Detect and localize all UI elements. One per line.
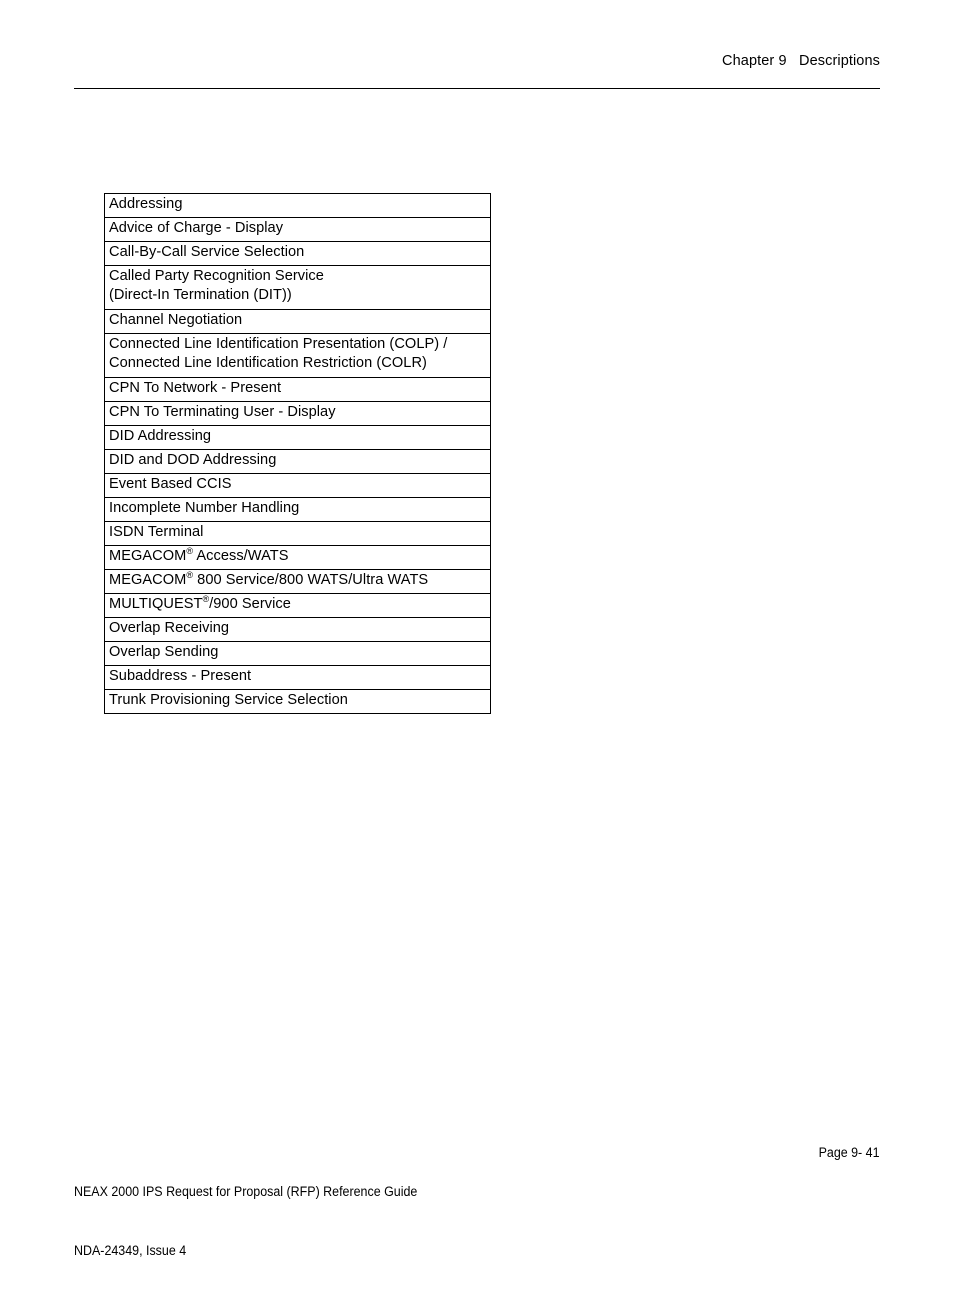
table-row: DID Addressing: [104, 425, 491, 450]
registered-trademark-symbol: ®: [202, 594, 210, 605]
table-row: Connected Line Identification Presentati…: [104, 333, 491, 378]
feature-name-cell: Incomplete Number Handling: [104, 497, 491, 522]
feature-name-cell: MEGACOM® 800 Service/800 WATS/Ultra WATS: [104, 569, 491, 594]
document-page: Chapter 9 Descriptions Addressing Advice …: [0, 0, 954, 1258]
table-row: ISDN Terminal: [104, 521, 491, 546]
table-row: DID and DOD Addressing: [104, 449, 491, 474]
footer-document-info: NEAX 2000 IPS Request for Proposal (RFP)…: [74, 1143, 417, 1299]
table-row: Event Based CCIS: [104, 473, 491, 498]
feature-name-cell: Call-By-Call Service Selection: [104, 241, 491, 266]
registered-trademark-symbol: ®: [186, 546, 194, 557]
table-row: Channel Negotiation: [104, 309, 491, 334]
feature-name-cell: CPN To Network - Present: [104, 377, 491, 402]
table-row: Overlap Receiving: [104, 617, 491, 642]
feature-name-cell: Overlap Sending: [104, 641, 491, 666]
feature-name-cell: ISDN Terminal: [104, 521, 491, 546]
feature-name-cell: Channel Negotiation: [104, 309, 491, 334]
table-row: MEGACOM® Access/WATS: [104, 545, 491, 570]
table-row: MULTIQUEST®/900 Service: [104, 593, 491, 618]
footer-guide-title: NEAX 2000 IPS Request for Proposal (RFP)…: [74, 1184, 418, 1199]
table-row: CPN To Terminating User - Display: [104, 401, 491, 426]
table-row: Advice of Charge - Display: [104, 217, 491, 242]
table-row: Called Party Recognition Service (Direct…: [104, 265, 491, 310]
footer-page-number: Page 9- 41: [819, 1145, 880, 1160]
feature-name-cell: MULTIQUEST®/900 Service: [104, 593, 491, 618]
table-row: CPN To Network - Present: [104, 377, 491, 402]
feature-name-cell: DID Addressing: [104, 425, 491, 450]
table-row: Trunk Provisioning Service Selection: [104, 689, 491, 714]
page-header: Chapter 9 Descriptions: [74, 52, 880, 92]
table-row: Subaddress - Present: [104, 665, 491, 690]
feature-name-cell: Connected Line Identification Presentati…: [104, 333, 491, 378]
table-row: Incomplete Number Handling: [104, 497, 491, 522]
page-footer: NEAX 2000 IPS Request for Proposal (RFP)…: [74, 1143, 880, 1258]
table-row: Addressing: [104, 193, 491, 218]
feature-name-cell: Addressing: [104, 193, 491, 218]
feature-name-cell: Trunk Provisioning Service Selection: [104, 689, 491, 714]
table-row: MEGACOM® 800 Service/800 WATS/Ultra WATS: [104, 569, 491, 594]
registered-trademark-symbol: ®: [186, 570, 194, 581]
footer-document-number: NDA-24349, Issue 4: [74, 1242, 187, 1258]
feature-table-body: Addressing Advice of Charge - Display Call…: [104, 193, 491, 714]
feature-name-cell: CPN To Terminating User - Display: [104, 401, 491, 426]
feature-name-cell: DID and DOD Addressing: [104, 449, 491, 474]
feature-name-cell: Event Based CCIS: [104, 473, 491, 498]
feature-name-cell: Subaddress - Present: [104, 665, 491, 690]
feature-name-cell: Overlap Receiving: [104, 617, 491, 642]
table-row: Overlap Sending: [104, 641, 491, 666]
header-divider-rule: [74, 88, 880, 89]
chapter-header-label: Chapter 9 Descriptions: [722, 53, 880, 69]
feature-name-cell: Called Party Recognition Service (Direct…: [104, 265, 491, 310]
feature-name-cell: MEGACOM® Access/WATS: [104, 545, 491, 570]
feature-name-cell: Advice of Charge - Display: [104, 217, 491, 242]
isdn-feature-table: Addressing Advice of Charge - Display Call…: [104, 193, 491, 714]
table-row: Call-By-Call Service Selection: [104, 241, 491, 266]
